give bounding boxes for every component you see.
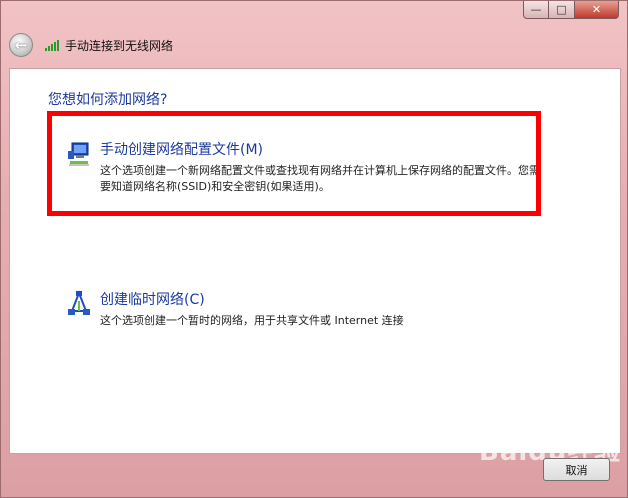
adhoc-network-icon xyxy=(68,290,90,315)
minimize-button[interactable]: — xyxy=(523,1,549,19)
back-arrow-icon[interactable]: ← xyxy=(9,33,33,57)
wireless-signal-icon xyxy=(45,39,59,51)
annotation-highlight-box xyxy=(47,111,541,216)
option-description: 这个选项创建一个暂时的网络，用于共享文件或 Internet 连接 xyxy=(100,314,404,327)
option-adhoc-network[interactable]: 创建临时网络(C) 这个选项创建一个暂时的网络，用于共享文件或 Internet… xyxy=(66,289,540,329)
page-heading: 您想如何添加网络? xyxy=(48,92,168,108)
wizard-window: — □ ✕ ← 手动连接到无线网络 您想如何添加网络? 手动创建网络配置文件(M… xyxy=(0,0,628,498)
window-title: 手动连接到无线网络 xyxy=(65,38,174,53)
option-title: 创建临时网络(C) xyxy=(100,292,205,308)
maximize-button[interactable]: □ xyxy=(549,1,575,19)
title-row: ← 手动连接到无线网络 xyxy=(9,31,173,59)
caption-buttons: — □ ✕ xyxy=(523,1,619,20)
close-button[interactable]: ✕ xyxy=(575,1,619,19)
cancel-button[interactable]: 取消 xyxy=(543,458,610,481)
